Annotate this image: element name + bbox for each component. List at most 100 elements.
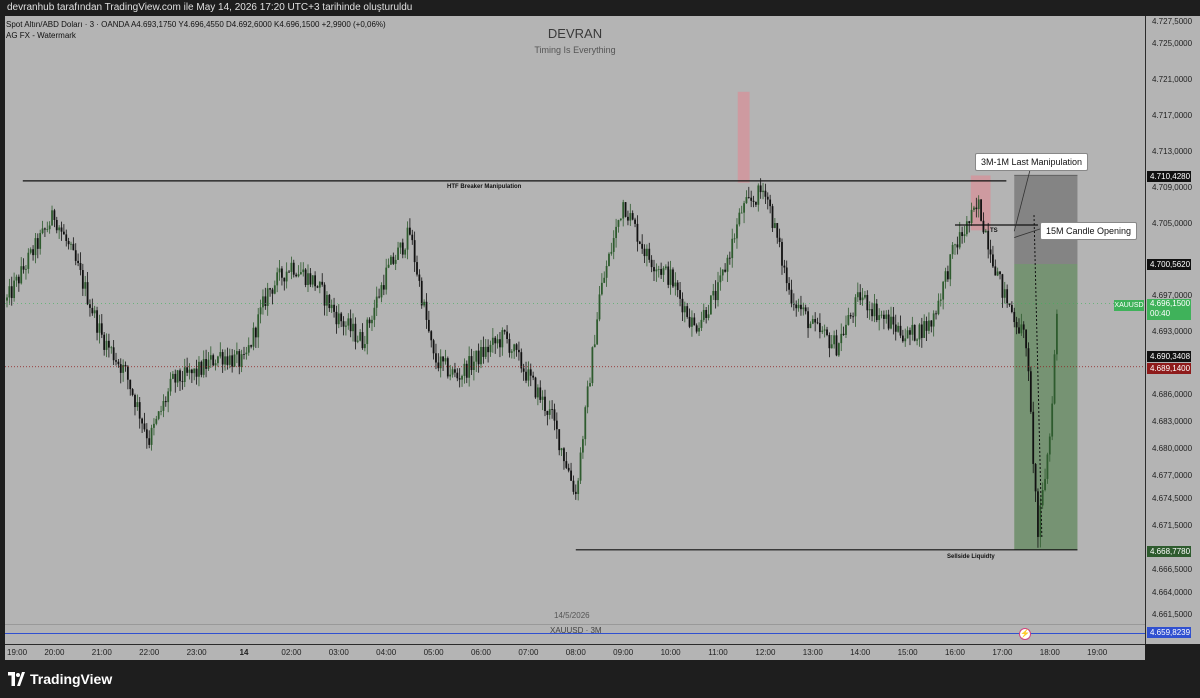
candle-body [849, 315, 852, 317]
candle-body [811, 319, 814, 324]
candle-body [909, 330, 911, 335]
candle-body [309, 273, 312, 285]
candle-body [624, 202, 627, 217]
supply-zone [737, 91, 750, 183]
candle-body [368, 319, 371, 324]
candle-body [41, 228, 44, 234]
candle-body [22, 266, 25, 270]
candle-body [489, 344, 492, 353]
time-tick: 22:00 [139, 648, 160, 657]
candle-body [371, 319, 373, 324]
candle-body [928, 320, 930, 331]
time-axis[interactable]: 19:00 20:00 21:00 22:00 23:00 14 02:00 03:00 04:… [5, 644, 1145, 660]
candle-body [387, 264, 390, 268]
candle-body [39, 233, 42, 249]
last-price-tag: 4.696,1500 00:40 [1147, 299, 1191, 320]
entry-price-label: 4.700,5620 [1147, 259, 1191, 270]
sellside-liquidity-label: Sellside Liquidty [947, 554, 995, 560]
candle-body [468, 356, 471, 378]
candle-body [1053, 354, 1056, 404]
callout-15m-candle-opening[interactable]: 15M Candle Opening [1040, 222, 1138, 240]
candle-body [750, 197, 753, 201]
candle-body [297, 274, 300, 277]
candle-body [295, 274, 298, 277]
candle-body [10, 286, 13, 299]
price-tick: 4.725,0000 [1152, 39, 1193, 49]
candle-body [541, 396, 544, 400]
candle-body [62, 231, 65, 235]
candle-body [390, 256, 392, 265]
candle-body [709, 295, 712, 315]
candle-body [724, 269, 727, 272]
price-tick: 4.721,0000 [1152, 75, 1193, 85]
candle-body [923, 321, 926, 338]
price-chart[interactable] [5, 16, 1145, 624]
candle-body [1039, 505, 1042, 537]
candle-body [155, 418, 158, 424]
candle-body [1003, 289, 1006, 298]
candle-body [302, 269, 305, 273]
candle-body [228, 355, 231, 365]
tradingview-logo-icon[interactable] [8, 672, 25, 686]
candle-body [883, 314, 885, 319]
candle-body [657, 268, 660, 270]
candle-body [93, 310, 96, 314]
candle-body [816, 322, 819, 324]
candle-body [1027, 348, 1030, 372]
price-tick: 4.683,0000 [1152, 417, 1193, 427]
candle-body [373, 307, 376, 320]
candle-body [67, 240, 70, 245]
candle-body [958, 232, 961, 248]
candle-body [605, 265, 608, 278]
candle-body [247, 345, 250, 353]
candle-body [885, 314, 888, 319]
candle-body [100, 323, 103, 335]
candle-body [501, 330, 504, 348]
candle-body [307, 273, 309, 285]
chart-plot-area[interactable]: DEVRAN Timing Is Everything HTF Breaker … [5, 16, 1145, 624]
candle-body [105, 340, 108, 350]
candle-body [719, 275, 722, 283]
candle-body [745, 197, 748, 204]
blue-line-price-label: 4.659,8239 [1147, 627, 1191, 638]
candle-body [899, 325, 902, 336]
candle-body [946, 271, 949, 280]
candle-body [878, 315, 881, 321]
candle-body [638, 241, 641, 244]
candle-body [567, 467, 570, 471]
candle-body [582, 439, 584, 453]
candle-body [224, 356, 226, 365]
candle-body [598, 294, 601, 320]
price-tick: 4.705,0000 [1152, 219, 1193, 229]
candle-body [1037, 491, 1039, 537]
candle-body [717, 282, 719, 301]
candle-body [636, 223, 639, 242]
price-tick: 4.680,0000 [1152, 444, 1193, 454]
symbol-legend[interactable]: Spot Altın/ABD Doları · 3 · OANDA A4.693… [6, 19, 386, 41]
candle-body [413, 240, 416, 263]
candle-body [819, 322, 821, 333]
candle-body [160, 410, 162, 412]
candle-body [79, 263, 82, 271]
lightning-icon[interactable]: ⚡ [1019, 628, 1031, 640]
candle-body [217, 356, 219, 364]
candle-body [681, 298, 684, 313]
candle-body [1044, 478, 1046, 491]
candle-body [731, 238, 734, 259]
candle-body [676, 282, 679, 291]
candle-body [34, 238, 37, 256]
blue-horizontal-line[interactable] [5, 633, 1145, 634]
candle-body [755, 201, 757, 205]
candle-body [747, 197, 750, 198]
candle-body [785, 267, 788, 284]
candle-body [304, 269, 307, 285]
candle-body [842, 333, 845, 335]
callout-last-manipulation[interactable]: 3M-1M Last Manipulation [975, 153, 1089, 171]
pane-separator[interactable]: 14/5/2026 XAUUSD · 3M ⚡ [5, 611, 1145, 644]
candle-body [826, 329, 828, 336]
candle-body [551, 409, 553, 410]
candle-body [420, 280, 423, 306]
tradingview-brand[interactable]: TradingView [30, 671, 112, 687]
candle-body [968, 221, 971, 224]
candle-body [674, 282, 677, 287]
